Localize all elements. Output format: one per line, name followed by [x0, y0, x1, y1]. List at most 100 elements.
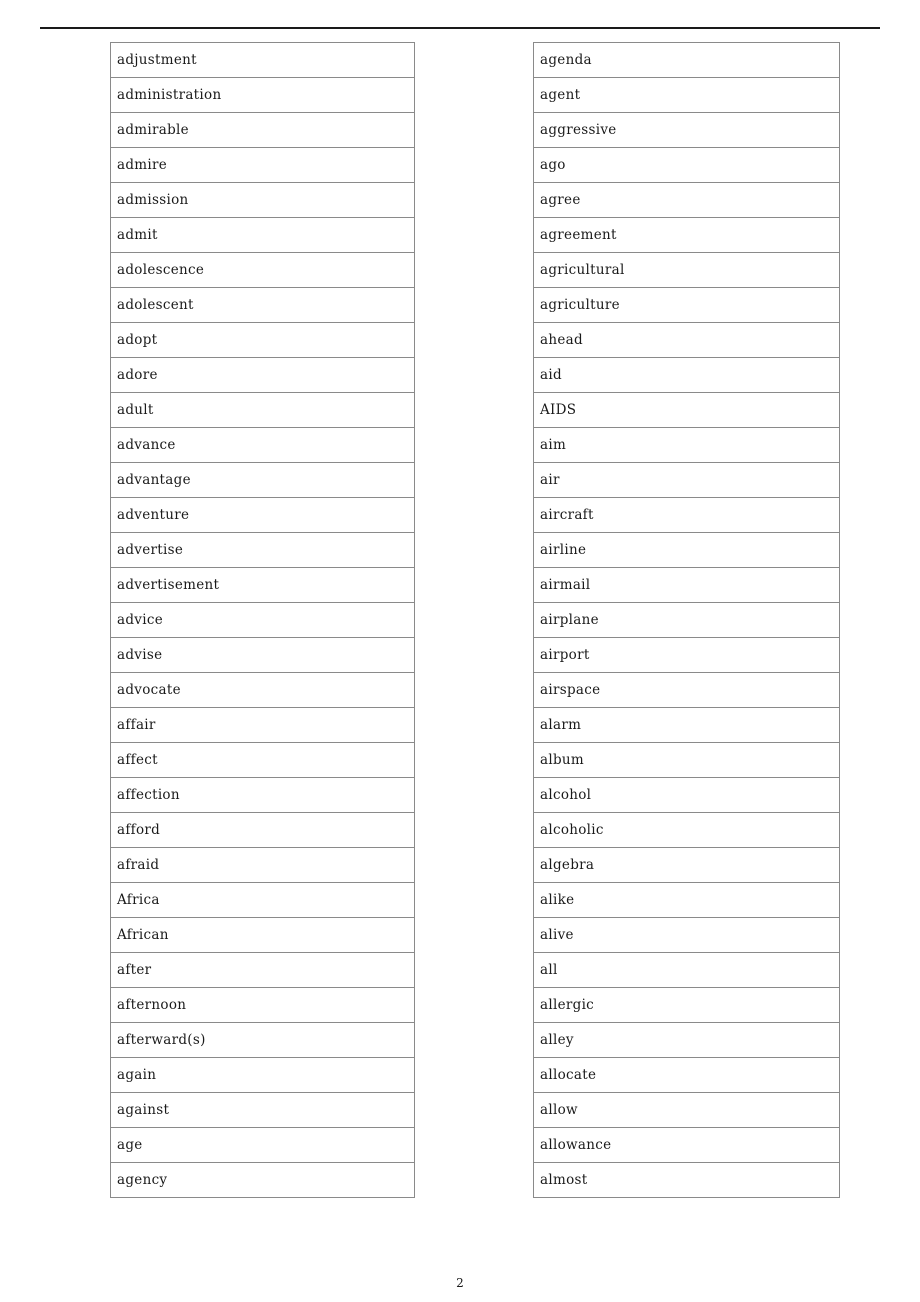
table-row: advantage — [110, 462, 415, 498]
table-row: agricultural — [533, 252, 840, 288]
word-cell: allergic — [533, 987, 840, 1023]
table-row: airplane — [533, 602, 840, 638]
word-cell: ahead — [533, 322, 840, 358]
table-row: aggressive — [533, 112, 840, 148]
word-cell: airmail — [533, 567, 840, 603]
table-row: aircraft — [533, 497, 840, 533]
table-row: afterward(s) — [110, 1022, 415, 1058]
table-row: agriculture — [533, 287, 840, 323]
word-cell: adore — [110, 357, 415, 393]
word-cell: advantage — [110, 462, 415, 498]
word-cell: airport — [533, 637, 840, 673]
table-row: agreement — [533, 217, 840, 253]
word-cell: admit — [110, 217, 415, 253]
word-cell: age — [110, 1127, 415, 1163]
table-row: alarm — [533, 707, 840, 743]
word-cell: administration — [110, 77, 415, 113]
table-row: airmail — [533, 567, 840, 603]
word-cell: aggressive — [533, 112, 840, 148]
table-row: admit — [110, 217, 415, 253]
word-cell: adolescence — [110, 252, 415, 288]
table-row: advertise — [110, 532, 415, 568]
table-row: allow — [533, 1092, 840, 1128]
table-row: affection — [110, 777, 415, 813]
table-row: after — [110, 952, 415, 988]
word-cell: agree — [533, 182, 840, 218]
table-row: agree — [533, 182, 840, 218]
table-row: air — [533, 462, 840, 498]
word-cell: advertise — [110, 532, 415, 568]
table-row: against — [110, 1092, 415, 1128]
word-cell: aid — [533, 357, 840, 393]
word-cell: advocate — [110, 672, 415, 708]
word-cell: adolescent — [110, 287, 415, 323]
word-cell: adult — [110, 392, 415, 428]
word-cell: admission — [110, 182, 415, 218]
word-table-left: adjustment administration admirable admire a… — [110, 42, 415, 1198]
table-row: airport — [533, 637, 840, 673]
table-row: airspace — [533, 672, 840, 708]
table-row: afraid — [110, 847, 415, 883]
word-cell: algebra — [533, 847, 840, 883]
table-row: advocate — [110, 672, 415, 708]
word-cell: afternoon — [110, 987, 415, 1023]
table-row: adolescent — [110, 287, 415, 323]
table-row: adult — [110, 392, 415, 428]
table-row: agenda — [533, 42, 840, 78]
page-number: 2 — [456, 1276, 464, 1290]
table-row: airline — [533, 532, 840, 568]
table-row: all — [533, 952, 840, 988]
table-row: advance — [110, 427, 415, 463]
word-cell: admirable — [110, 112, 415, 148]
word-cell: allowance — [533, 1127, 840, 1163]
table-row: administration — [110, 77, 415, 113]
table-row: advertisement — [110, 567, 415, 603]
word-table-left-body: adjustment administration admirable admire a… — [110, 42, 415, 1198]
table-row: affair — [110, 707, 415, 743]
table-row: Africa — [110, 882, 415, 918]
word-cell: affection — [110, 777, 415, 813]
word-cell: ago — [533, 147, 840, 183]
word-cell: alike — [533, 882, 840, 918]
table-row: admire — [110, 147, 415, 183]
table-row: AIDS — [533, 392, 840, 428]
word-cell: agricultural — [533, 252, 840, 288]
table-row: ahead — [533, 322, 840, 358]
header-rule — [40, 27, 880, 29]
word-cell: advertisement — [110, 567, 415, 603]
table-row: again — [110, 1057, 415, 1093]
table-row: agency — [110, 1162, 415, 1198]
word-cell: alarm — [533, 707, 840, 743]
table-row: adore — [110, 357, 415, 393]
table-row: admission — [110, 182, 415, 218]
word-cell: airline — [533, 532, 840, 568]
word-cell: afterward(s) — [110, 1022, 415, 1058]
word-cell: agency — [110, 1162, 415, 1198]
word-cell: alive — [533, 917, 840, 953]
table-row: afford — [110, 812, 415, 848]
table-row: advice — [110, 602, 415, 638]
table-row: advise — [110, 637, 415, 673]
word-cell: against — [110, 1092, 415, 1128]
word-cell: advance — [110, 427, 415, 463]
word-cell: adopt — [110, 322, 415, 358]
table-row: almost — [533, 1162, 840, 1198]
table-row: adolescence — [110, 252, 415, 288]
table-row: alike — [533, 882, 840, 918]
word-cell: allow — [533, 1092, 840, 1128]
table-row: afternoon — [110, 987, 415, 1023]
word-cell: Africa — [110, 882, 415, 918]
table-row: age — [110, 1127, 415, 1163]
table-row: allowance — [533, 1127, 840, 1163]
word-cell: airspace — [533, 672, 840, 708]
word-cell: agriculture — [533, 287, 840, 323]
table-row: ago — [533, 147, 840, 183]
word-cell: alley — [533, 1022, 840, 1058]
word-cell: agreement — [533, 217, 840, 253]
table-row: aid — [533, 357, 840, 393]
word-cell: African — [110, 917, 415, 953]
table-row: aim — [533, 427, 840, 463]
word-cell: all — [533, 952, 840, 988]
table-row: allergic — [533, 987, 840, 1023]
word-cell: adjustment — [110, 42, 415, 78]
